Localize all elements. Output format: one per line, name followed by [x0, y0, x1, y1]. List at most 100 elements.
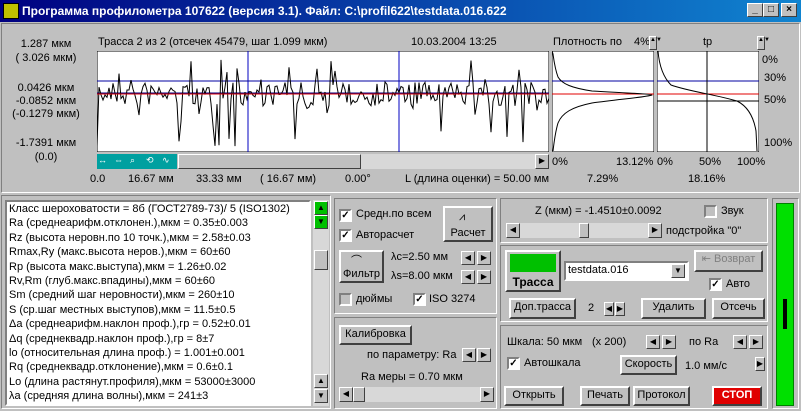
close-button[interactable]: × [781, 3, 797, 17]
param-row[interactable]: Rv,Rm (глуб.макс.впадины),мкм = 60±60 [7, 274, 309, 288]
params-list[interactable]: Класс шероховатости = 8б (ГОСТ2789-73)/ … [5, 200, 311, 406]
count-up[interactable]: ▶ [615, 302, 625, 316]
param-row[interactable]: Ra (среднеарифм.отклонен.),мкм = 0.35±0.… [7, 216, 309, 230]
tp-axis-max: 100% [737, 156, 766, 168]
delete-button[interactable]: Удалить [641, 298, 706, 319]
return-icon: ⇤ [701, 253, 715, 265]
ra-measure-slider[interactable]: ◀ ▶ [339, 387, 494, 402]
param-row[interactable]: Δq (среднеквадр.наклон проф.),гр = 8±7 [7, 332, 309, 346]
protocol-button[interactable]: Протокол [633, 386, 690, 406]
y-top-label: 1.287 мкм [20, 38, 72, 50]
chevron-down-icon[interactable]: ▼ [671, 264, 685, 278]
params-scroll-up[interactable]: ▲ [314, 201, 328, 215]
tp-label: tp [703, 36, 713, 48]
param-row[interactable]: λq (среднеквадр.дл.волны),мкм = 80±70 [7, 403, 309, 404]
param-row[interactable]: Δa (среднеарифм.наклон проф.),гр = 0.52±… [7, 317, 309, 331]
print-button[interactable]: Печать [580, 386, 630, 406]
speed-spin[interactable]: ▶ [755, 357, 765, 371]
level-indicator [776, 203, 794, 406]
trace-scrollbar[interactable]: ▶ [178, 154, 549, 169]
x-tick-3: ( 16.67 мм) [260, 173, 317, 185]
pct-30: 30% [764, 72, 787, 84]
plot-toolbar: ↔ ⇔ ⌕ ⟲ ∿ [97, 154, 177, 169]
params-scrollbar[interactable]: ▲ ▼ ▲ ▼ [313, 200, 329, 406]
params-scroll-up-2[interactable]: ▲ [314, 374, 328, 388]
density-spin[interactable]: ▲▼ [649, 36, 662, 50]
calibration-button[interactable]: Калибровка [339, 325, 412, 345]
iso-label: ISO 3274 [429, 293, 476, 305]
y-mid-label-3: (-0.1279 мкм) [12, 108, 80, 120]
tune-left[interactable]: ◀ [506, 223, 520, 238]
profile-plot[interactable] [97, 51, 549, 152]
return-button[interactable]: ⇤ Возврат [694, 250, 763, 272]
param-row[interactable]: Lo (длина растянут.профиля),мкм = 53000±… [7, 375, 309, 389]
x-tick-2: 33.33 мм [196, 173, 242, 185]
reset-tool-icon[interactable]: ⟲ [146, 155, 160, 168]
tp-axis-min: 0% [657, 156, 673, 168]
ra-measure-label: Ra меры = 0.70 мкм [361, 371, 463, 383]
ra-slider-thumb[interactable] [353, 387, 365, 402]
param-row[interactable]: λa (средняя длина волны),мкм = 241±3 [7, 389, 309, 403]
stop-button[interactable]: СТОП [712, 386, 762, 406]
track-button[interactable]: Трасса [505, 250, 561, 292]
count-down[interactable]: ◀ [604, 302, 614, 316]
tp-axis-mid: 50% [699, 156, 722, 168]
zero-tune-slider[interactable]: ◀ ▶ [506, 223, 662, 238]
param-row[interactable]: Rz (высота неровн.по 10 точк.),мкм = 2.5… [7, 231, 309, 245]
param-row[interactable]: Rq (среднеквадр.отклонение),мкм = 0.6±0.… [7, 360, 309, 374]
minimize-button[interactable]: _ [747, 3, 763, 17]
zoom-tool-icon[interactable]: ⌕ [130, 155, 144, 168]
density-axis-max: 13.12% [616, 156, 654, 168]
params-scroll-down-2[interactable]: ▼ [314, 389, 328, 403]
scroll-right-button[interactable]: ▶ [535, 154, 549, 169]
scale-right[interactable]: ▶ [662, 335, 676, 349]
cursor-tool-icon[interactable]: ↔ [98, 155, 112, 168]
cutoff-button[interactable]: Отсечь [712, 298, 765, 319]
range-tool-icon[interactable]: ⇔ [114, 155, 128, 168]
param-row[interactable]: Rmax,Ry (макс.высота неров.),мкм = 60±60 [7, 245, 309, 259]
scroll-thumb[interactable] [178, 154, 361, 169]
ra-slider-right[interactable]: ▶ [480, 387, 494, 402]
filter-button[interactable]: ⌒ Фильтр [339, 250, 384, 283]
param-row[interactable]: S (ср.шаг местных выступов),мкм = 11.5±0… [7, 303, 309, 317]
evaluation-length: L (длина оценки) = 50.00 мм [405, 173, 550, 185]
tune-right[interactable]: ▶ [648, 223, 662, 238]
speed-value: 1.0 мм/с [685, 360, 728, 372]
iso-checkbox[interactable]: ✓ [413, 293, 426, 306]
track-file-value: testdata.016 [568, 264, 629, 276]
avg-all-checkbox[interactable]: ✓ [339, 209, 352, 222]
ra-slider-left[interactable]: ◀ [339, 387, 353, 402]
param-row[interactable]: Rp (высота макс.выступа),мкм = 1.26±0.02 [7, 260, 309, 274]
params-scroll-thumb[interactable] [314, 250, 328, 270]
by-left[interactable]: ◀ [733, 335, 747, 349]
scale-left[interactable]: ◀ [646, 335, 660, 349]
calc-button[interactable]: ⩘ Расчет [443, 206, 493, 242]
params-scroll-down[interactable]: ▼ [314, 215, 328, 229]
density-value: 4% [634, 36, 650, 48]
param-row[interactable]: Класс шероховатости = 8б (ГОСТ2789-73)/ … [7, 202, 309, 216]
ls-left[interactable]: ◀ [461, 270, 475, 284]
sound-checkbox[interactable] [704, 205, 717, 218]
lc-left[interactable]: ◀ [461, 251, 475, 265]
sound-label: Звук [721, 205, 744, 217]
inches-checkbox[interactable] [339, 293, 352, 306]
density-label: Плотность по [553, 36, 622, 48]
open-button[interactable]: Открыть [504, 386, 564, 406]
track-file-select[interactable]: testdata.016 ▼ [564, 261, 689, 281]
auto-checkbox[interactable]: ✓ [709, 278, 722, 291]
autoscale-checkbox[interactable]: ✓ [507, 357, 520, 370]
by-right[interactable]: ▶ [749, 335, 763, 349]
param-row[interactable]: lo (относительная длина проф.) = 1.001±0… [7, 346, 309, 360]
speed-button[interactable]: Скорость [620, 355, 677, 375]
param-right[interactable]: ▶ [477, 348, 491, 362]
tune-thumb[interactable] [579, 223, 589, 238]
fit-tool-icon[interactable]: ∿ [162, 155, 176, 168]
autocalc-checkbox[interactable]: ✓ [339, 229, 352, 242]
tp-spin[interactable]: ▲▼ [757, 36, 770, 50]
ls-right[interactable]: ▶ [477, 270, 491, 284]
lc-right[interactable]: ▶ [477, 251, 491, 265]
param-left[interactable]: ◀ [462, 348, 476, 362]
param-row[interactable]: Sm (средний шаг неровности),мкм = 260±10 [7, 288, 309, 302]
add-track-button[interactable]: Доп.трасса [509, 298, 576, 319]
maximize-button[interactable]: □ [763, 3, 779, 17]
